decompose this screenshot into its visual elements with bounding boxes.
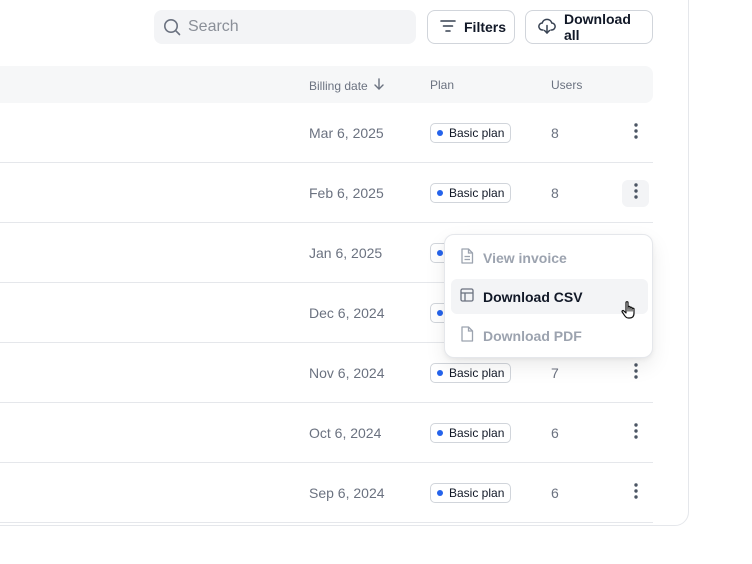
billing-card: Filters Download all Billing date Plan U…: [0, 0, 689, 526]
search-icon: [162, 17, 182, 37]
column-header-users: Users: [551, 78, 583, 92]
table-row: Feb 6, 2025 Basic plan 8: [0, 163, 653, 223]
filter-lines-icon: [440, 19, 456, 36]
hand-pointer-cursor-icon: [620, 300, 638, 325]
menu-item-download-pdf[interactable]: Download PDF: [451, 318, 648, 353]
table-row: Mar 6, 2025 Basic plan 8: [0, 103, 653, 163]
plan-badge: Basic plan: [430, 183, 512, 203]
billing-date-cell: Oct 6, 2024: [309, 425, 382, 441]
plan-badge: Basic plan: [430, 363, 512, 383]
plan-badge: Basic plan: [430, 123, 512, 143]
table-row: Oct 6, 2024 Basic plan 6: [0, 403, 653, 463]
more-vertical-icon: [633, 183, 638, 204]
more-vertical-icon: [633, 123, 638, 144]
plan-badge-label: Basic plan: [449, 186, 505, 200]
billing-date-cell: Jan 6, 2025: [309, 245, 383, 261]
search-box[interactable]: [154, 10, 416, 44]
menu-item-view-invoice[interactable]: View invoice: [451, 240, 648, 275]
users-cell: 8: [551, 185, 559, 201]
billing-date-cell: Nov 6, 2024: [309, 365, 385, 381]
users-cell: 7: [551, 365, 559, 381]
users-cell: 6: [551, 485, 559, 501]
menu-item-download-csv[interactable]: Download CSV: [451, 279, 648, 314]
table-icon: [460, 288, 474, 305]
more-vertical-icon: [633, 483, 638, 504]
plan-status-dot-icon: [437, 430, 443, 436]
row-actions-button[interactable]: [622, 180, 649, 207]
billing-date-cell: Sep 6, 2024: [309, 485, 385, 501]
column-header-plan: Plan: [430, 78, 455, 92]
download-all-label: Download all: [564, 11, 631, 43]
plan-status-dot-icon: [437, 250, 443, 256]
plan-badge-label: Basic plan: [449, 486, 505, 500]
users-cell: 8: [551, 125, 559, 141]
plan-badge-label: Basic plan: [449, 126, 505, 140]
column-header-billing-date[interactable]: Billing date: [309, 78, 384, 93]
billing-date-cell: Feb 6, 2025: [309, 185, 384, 201]
row-actions-button[interactable]: [622, 360, 649, 387]
plan-badge: Basic plan: [430, 483, 512, 503]
plan-status-dot-icon: [437, 310, 443, 316]
plan-status-dot-icon: [437, 490, 443, 496]
row-actions-button[interactable]: [622, 420, 649, 447]
search-input[interactable]: [188, 18, 398, 36]
plan-status-dot-icon: [437, 190, 443, 196]
plan-badge-label: Basic plan: [449, 366, 505, 380]
filters-button[interactable]: Filters: [427, 10, 515, 44]
plan-status-dot-icon: [437, 370, 443, 376]
table-row: Sep 6, 2024 Basic plan 6: [0, 463, 653, 523]
cloud-download-icon: [538, 18, 556, 37]
billing-date-cell: Dec 6, 2024: [309, 305, 385, 321]
file-text-icon: [460, 248, 474, 267]
more-vertical-icon: [633, 423, 638, 444]
download-all-button[interactable]: Download all: [525, 10, 653, 44]
arrow-down-icon: [374, 78, 384, 93]
file-icon: [460, 326, 474, 345]
row-actions-button[interactable]: [622, 120, 649, 147]
row-actions-button[interactable]: [622, 480, 649, 507]
plan-badge: Basic plan: [430, 423, 512, 443]
table-header: Billing date Plan Users: [0, 66, 653, 103]
plan-badge-label: Basic plan: [449, 426, 505, 440]
filters-label: Filters: [464, 19, 507, 35]
more-vertical-icon: [633, 363, 638, 384]
plan-status-dot-icon: [437, 130, 443, 136]
billing-date-cell: Mar 6, 2025: [309, 125, 384, 141]
users-cell: 6: [551, 425, 559, 441]
row-actions-menu: View invoice Download CSV Download PDF: [444, 234, 653, 358]
